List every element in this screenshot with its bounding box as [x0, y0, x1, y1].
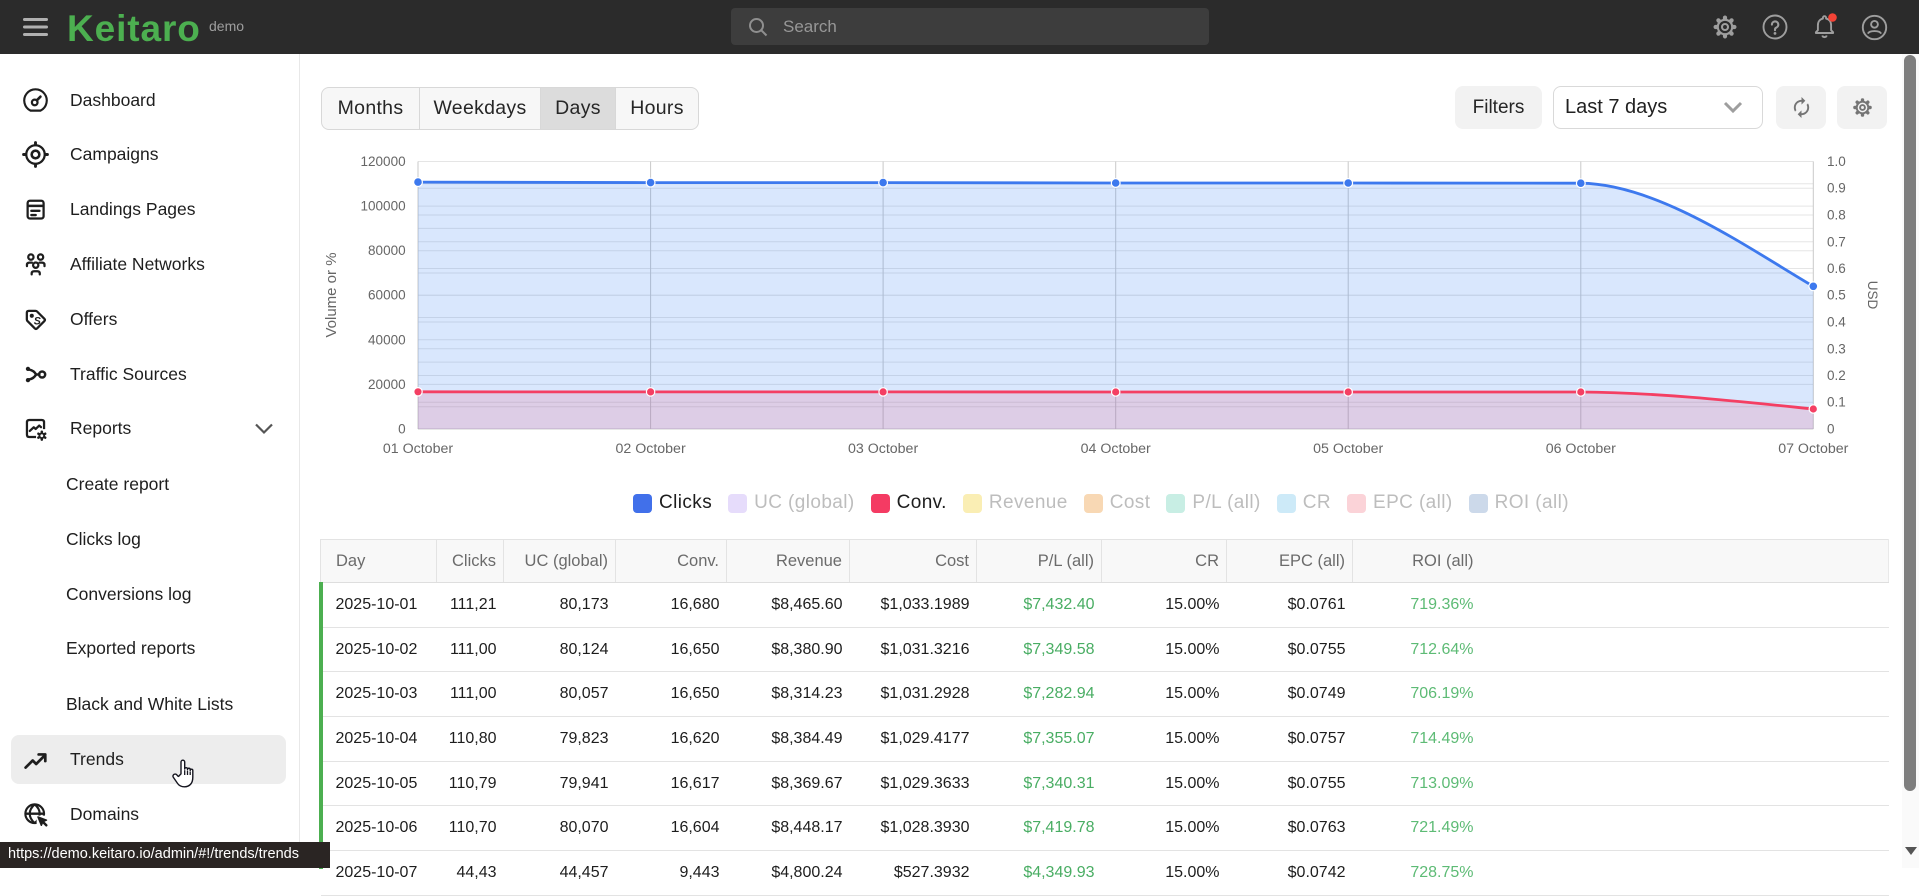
svg-text:0.1: 0.1: [1827, 395, 1846, 410]
svg-text:USD: USD: [1865, 281, 1880, 310]
svg-text:0.6: 0.6: [1827, 261, 1846, 276]
svg-text:0.2: 0.2: [1827, 368, 1846, 383]
svg-text:80000: 80000: [368, 243, 406, 258]
svg-text:1.0: 1.0: [1827, 154, 1846, 169]
svg-text:120000: 120000: [361, 154, 406, 169]
svg-text:0.3: 0.3: [1827, 341, 1846, 356]
svg-text:05 October: 05 October: [1313, 441, 1383, 457]
svg-text:04 October: 04 October: [1081, 441, 1151, 457]
svg-text:06 October: 06 October: [1546, 441, 1616, 457]
svg-text:100000: 100000: [361, 199, 406, 214]
svg-text:02 October: 02 October: [615, 441, 685, 457]
svg-text:0.8: 0.8: [1827, 208, 1846, 223]
svg-text:0: 0: [1827, 422, 1835, 437]
svg-text:01 October: 01 October: [383, 441, 453, 457]
svg-text:Volume or %: Volume or %: [323, 252, 340, 337]
svg-text:0.4: 0.4: [1827, 315, 1846, 330]
svg-text:0.7: 0.7: [1827, 234, 1846, 249]
svg-text:07 October: 07 October: [1778, 441, 1848, 457]
svg-text:0: 0: [398, 422, 406, 437]
svg-text:60000: 60000: [368, 288, 406, 303]
svg-text:S: S: [34, 315, 42, 327]
svg-text:40000: 40000: [368, 332, 406, 347]
svg-text:20000: 20000: [368, 377, 406, 392]
svg-text:03 October: 03 October: [848, 441, 918, 457]
svg-text:0.9: 0.9: [1827, 181, 1846, 196]
svg-text:0.5: 0.5: [1827, 288, 1846, 303]
